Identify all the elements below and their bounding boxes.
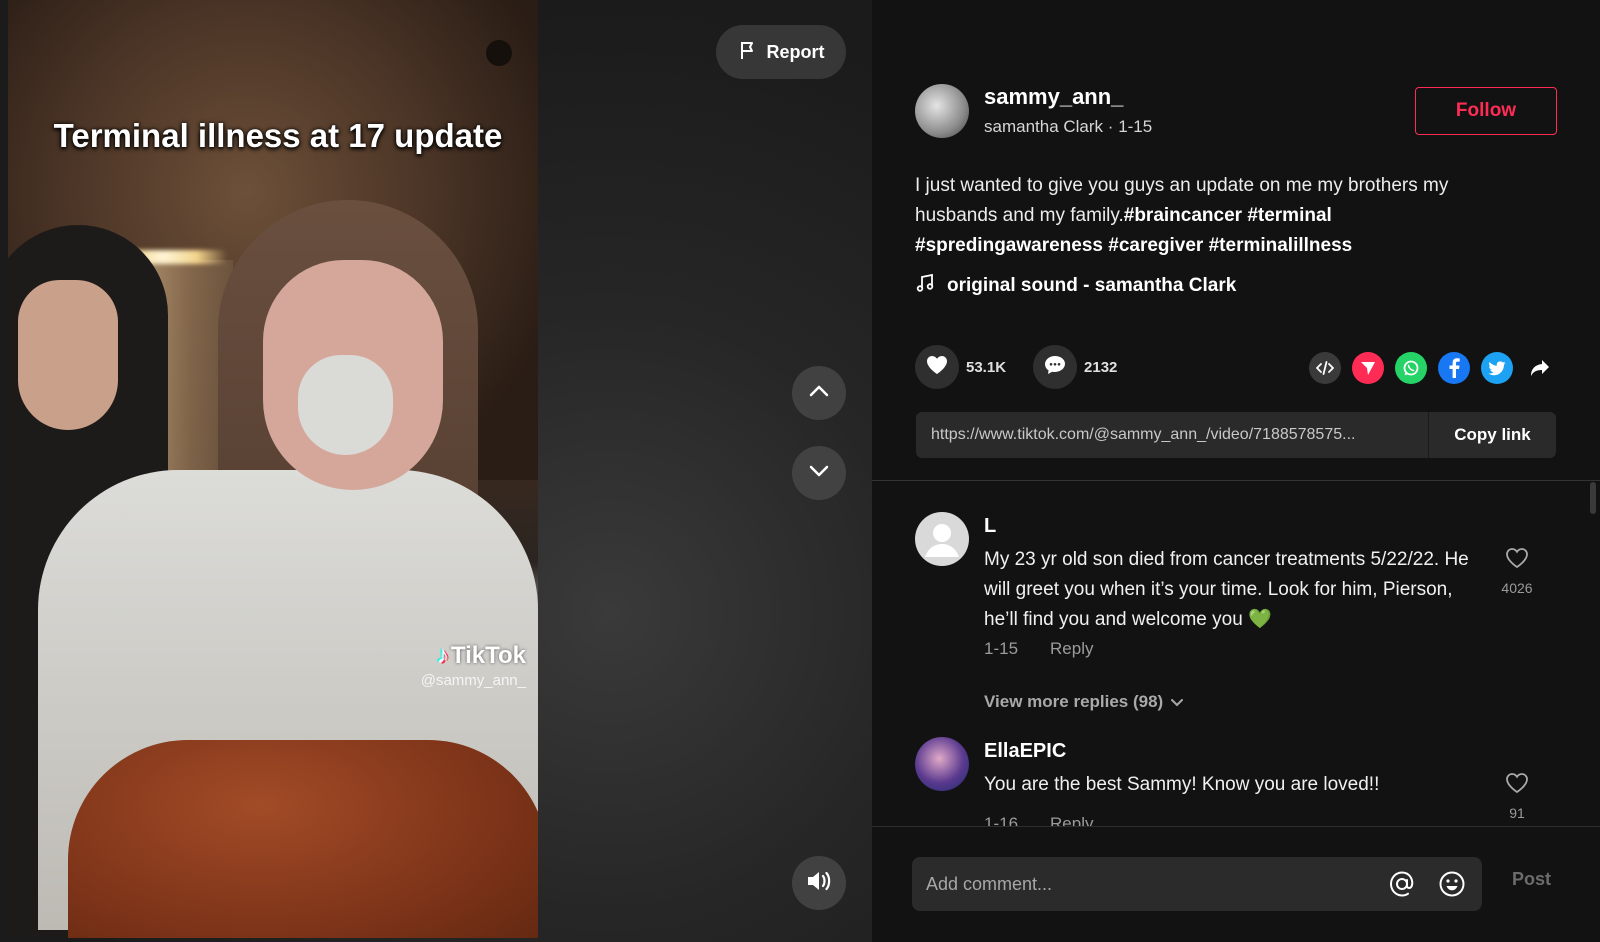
post-date: 1-15 bbox=[1118, 117, 1153, 136]
author-display-name: samantha Clark bbox=[984, 117, 1104, 136]
emoji-icon[interactable] bbox=[1436, 868, 1468, 900]
comment-author[interactable]: EllaEPIC bbox=[984, 740, 1066, 763]
post-description: I just wanted to give you guys an update… bbox=[915, 171, 1515, 261]
volume-button[interactable] bbox=[792, 856, 846, 910]
comment-date: 1-16 bbox=[984, 814, 1019, 826]
video-caption: Terminal illness at 17 update bbox=[53, 117, 503, 154]
comment-count: 2132 bbox=[1084, 358, 1118, 376]
reply-button[interactable]: Reply bbox=[1050, 814, 1093, 826]
video-scene-face-left bbox=[18, 280, 118, 430]
section-divider bbox=[872, 480, 1600, 481]
whatsapp-icon[interactable] bbox=[1395, 352, 1427, 384]
view-more-replies[interactable]: View more replies (98) bbox=[984, 692, 1184, 712]
video-link-box: https://www.tiktok.com/@sammy_ann_/video… bbox=[916, 412, 1556, 458]
sound-title: original sound - samantha Clark bbox=[947, 275, 1237, 296]
reply-button[interactable]: Reply bbox=[1050, 639, 1093, 659]
engagement-stats: 53.1K 2132 bbox=[915, 345, 1144, 389]
comment-input-wrapper bbox=[912, 857, 1482, 911]
view-more-replies-label: View more replies (98) bbox=[984, 692, 1164, 711]
comment-avatar[interactable] bbox=[915, 512, 969, 566]
comment-like-count: 91 bbox=[1509, 805, 1525, 821]
sound-link[interactable]: original sound - samantha Clark bbox=[915, 273, 1236, 299]
music-note-icon bbox=[915, 273, 935, 299]
video-link-url[interactable]: https://www.tiktok.com/@sammy_ann_/video… bbox=[916, 426, 1428, 444]
like-button[interactable] bbox=[915, 345, 959, 389]
comment-item: EllaEPIC You are the best Sammy! Know yo… bbox=[915, 737, 1555, 826]
comment-meta: 1-16 Reply bbox=[984, 814, 1094, 826]
comment-like-button[interactable]: 91 bbox=[1493, 772, 1541, 821]
video-player[interactable]: Terminal illness at 17 update ♪ TikTok @… bbox=[8, 0, 538, 938]
author-username[interactable]: sammy_ann_ bbox=[984, 84, 1123, 110]
details-panel: sammy_ann_ samantha Clark · 1-15 Follow … bbox=[872, 0, 1600, 942]
chevron-down-icon bbox=[807, 459, 831, 488]
heart-outline-icon bbox=[1505, 547, 1529, 572]
video-scene-oxygen-mask bbox=[298, 355, 393, 455]
follow-button[interactable]: Follow bbox=[1415, 87, 1557, 135]
separator-dot: · bbox=[1107, 117, 1119, 136]
facebook-icon[interactable] bbox=[1438, 352, 1470, 384]
mention-icon[interactable] bbox=[1386, 868, 1418, 900]
share-options bbox=[1309, 352, 1556, 384]
send-icon[interactable] bbox=[1352, 352, 1384, 384]
chevron-up-icon bbox=[807, 379, 831, 408]
watermark-handle: @sammy_ann_ bbox=[420, 672, 526, 689]
comment-like-button[interactable]: 4026 bbox=[1493, 547, 1541, 596]
post-button[interactable]: Post bbox=[1512, 869, 1551, 890]
twitter-icon[interactable] bbox=[1481, 352, 1513, 384]
comment-item: L My 23 yr old son died from cancer trea… bbox=[915, 512, 1555, 682]
author-subline: samantha Clark · 1-15 bbox=[984, 117, 1152, 137]
default-avatar-icon bbox=[925, 524, 959, 557]
volume-icon bbox=[805, 869, 833, 898]
comment-like-count: 4026 bbox=[1501, 580, 1533, 596]
video-scene-lamp bbox=[486, 40, 512, 66]
comment-avatar[interactable] bbox=[915, 737, 969, 791]
report-button[interactable]: Report bbox=[716, 25, 846, 79]
comment-author[interactable]: L bbox=[984, 515, 996, 538]
comment-text: My 23 yr old son died from cancer treatm… bbox=[984, 549, 1469, 630]
comment-meta: 1-15 Reply bbox=[984, 639, 1094, 659]
comment-date: 1-15 bbox=[984, 639, 1019, 658]
flag-icon bbox=[738, 40, 758, 65]
share-arrow-icon[interactable] bbox=[1524, 352, 1556, 384]
comment-text: You are the best Sammy! Know you are lov… bbox=[984, 774, 1380, 795]
video-area: Terminal illness at 17 update ♪ TikTok @… bbox=[0, 0, 872, 942]
chevron-down-icon bbox=[1171, 692, 1184, 712]
embed-icon[interactable] bbox=[1309, 352, 1341, 384]
tiktok-logo-icon: ♪ bbox=[436, 642, 449, 669]
tiktok-watermark: ♪ TikTok @sammy_ann_ bbox=[396, 642, 526, 689]
next-video-button[interactable] bbox=[792, 446, 846, 500]
comment-composer: Post bbox=[872, 826, 1600, 942]
comment-bubble-icon bbox=[1044, 355, 1066, 380]
like-count: 53.1K bbox=[966, 358, 1007, 376]
comments-scrollbar[interactable] bbox=[1590, 482, 1596, 514]
previous-video-button[interactable] bbox=[792, 366, 846, 420]
watermark-logo: ♪ TikTok bbox=[396, 642, 526, 670]
heart-outline-icon bbox=[1505, 772, 1529, 797]
heart-icon bbox=[926, 355, 948, 380]
copy-link-button[interactable]: Copy link bbox=[1428, 412, 1556, 458]
comment-input[interactable] bbox=[926, 873, 1368, 895]
watermark-brand: TikTok bbox=[450, 642, 526, 669]
comment-button[interactable] bbox=[1033, 345, 1078, 389]
video-scene-blanket bbox=[68, 740, 538, 938]
report-label: Report bbox=[766, 41, 825, 62]
author-avatar[interactable] bbox=[915, 84, 969, 138]
